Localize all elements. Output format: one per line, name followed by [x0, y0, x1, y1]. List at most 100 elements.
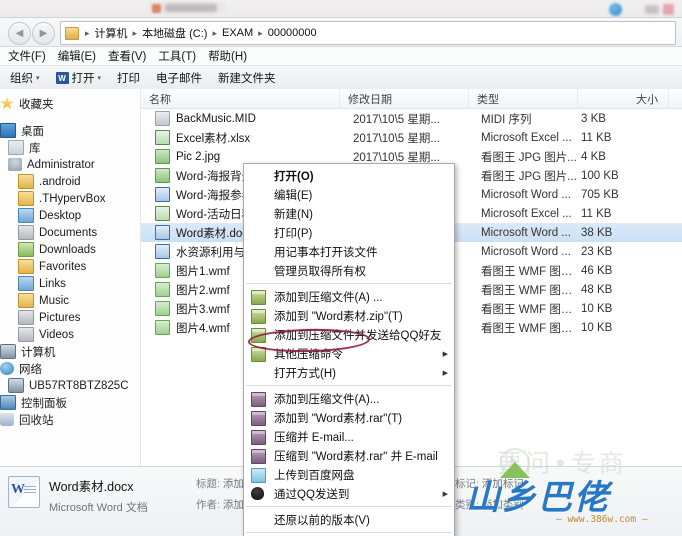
nav-item-label: Music: [39, 294, 70, 307]
nav-item-label: Administrator: [27, 158, 95, 171]
archive-purple-icon: [251, 449, 266, 464]
menu-item-help[interactable]: 帮助(H): [208, 48, 247, 64]
word-file-icon: [155, 187, 170, 202]
nav-item-9[interactable]: Favorites: [0, 258, 140, 275]
menu-item-edit[interactable]: 编辑(E): [58, 48, 96, 64]
file-size: 4 KB: [581, 150, 606, 163]
breadcrumb-item-3[interactable]: 00000000: [266, 27, 319, 39]
nav-item-3[interactable]: Administrator: [0, 156, 140, 173]
nav-item-15[interactable]: 网络: [0, 360, 140, 377]
nav-item-0[interactable]: 收藏夹: [0, 95, 140, 112]
nav-item-label: Pictures: [39, 311, 81, 324]
chevron-down-icon: ▾: [97, 75, 102, 82]
organize-button[interactable]: 组织 ▾: [10, 70, 40, 86]
context-menu-item-11[interactable]: 添加到压缩文件(A)...: [244, 389, 454, 408]
context-menu-item-3[interactable]: 打印(P): [244, 223, 454, 242]
menu-item-tools[interactable]: 工具(T): [158, 48, 196, 64]
file-size: 48 KB: [581, 283, 613, 296]
column-header-type[interactable]: 类型: [469, 89, 578, 108]
forward-chevron-icon: ▶: [39, 28, 48, 39]
nav-item-12[interactable]: Pictures: [0, 309, 140, 326]
nav-item-1[interactable]: 桌面: [0, 122, 140, 139]
word-icon: W: [55, 72, 69, 84]
nav-item-2[interactable]: 库: [0, 139, 140, 156]
forward-button[interactable]: ▶: [32, 22, 55, 45]
context-menu-item-9[interactable]: 其他压缩命令 ▶: [244, 344, 454, 363]
breadcrumb-item-2[interactable]: EXAM: [220, 27, 255, 39]
context-menu-item-10[interactable]: 打开方式(H) ▶: [244, 363, 454, 382]
screenshot-root: ◀ ▶ ▸ 计算机 ▸ 本地磁盘 (C:) ▸ EXAM ▸ 00000000 …: [0, 0, 682, 536]
print-button[interactable]: 打印: [117, 70, 140, 86]
nav-item-8[interactable]: Downloads: [0, 241, 140, 258]
file-type: 看图王 JPG 图片...: [481, 170, 577, 183]
file-size: 10 KB: [581, 302, 613, 315]
folder-icon: [18, 191, 34, 206]
folder-blue-icon: [18, 208, 34, 223]
context-menu-item-13[interactable]: 压缩并 E-mail...: [244, 427, 454, 446]
breadcrumb-item-1[interactable]: 本地磁盘 (C:): [140, 25, 209, 41]
details-tags-value[interactable]: 添加标记: [482, 478, 524, 490]
nav-item-6[interactable]: Desktop: [0, 207, 140, 224]
new-folder-button[interactable]: 新建文件夹: [218, 70, 276, 86]
nav-item-14[interactable]: 计算机: [0, 343, 140, 360]
column-header-name[interactable]: 名称: [141, 89, 340, 108]
context-menu-separator: [246, 385, 452, 386]
details-tags-row[interactable]: 标记: 添加标记: [455, 476, 524, 491]
context-menu-item-7[interactable]: 添加到 "Word素材.zip"(T): [244, 306, 454, 325]
column-header-size[interactable]: 大小: [578, 89, 669, 108]
nav-item-4[interactable]: .android: [0, 173, 140, 190]
details-category-row[interactable]: 类别: 添加类别: [455, 497, 524, 512]
menu-item-file[interactable]: 文件(F): [8, 48, 46, 64]
library-icon: [8, 140, 24, 155]
column-header-date[interactable]: 修改日期: [340, 89, 469, 108]
context-menu[interactable]: 打开(O) 编辑(E) 新建(N) 打印(P) 用记事本打开该文件 管理员取得所有权 添加到…: [243, 163, 455, 536]
browser-toolbar-item[interactable]: [645, 5, 659, 14]
context-menu-item-6[interactable]: 添加到压缩文件(A) ...: [244, 287, 454, 306]
computer-icon: [0, 344, 16, 359]
file-type: MIDI 序列: [481, 113, 532, 126]
browser-tab-favicon: [152, 4, 161, 13]
nav-item-5[interactable]: .THypervBox: [0, 190, 140, 207]
context-menu-item-12[interactable]: 添加到 "Word素材.rar"(T): [244, 408, 454, 427]
context-menu-item-4[interactable]: 用记事本打开该文件: [244, 242, 454, 261]
address-input[interactable]: ▸ 计算机 ▸ 本地磁盘 (C:) ▸ EXAM ▸ 00000000: [60, 21, 676, 45]
table-row[interactable]: Excel素材.xlsx 2017\10\5 星期... Microsoft Exc…: [141, 128, 682, 147]
context-menu-item-16[interactable]: 通过QQ发送到 ▶: [244, 484, 454, 503]
user-icon: [8, 158, 22, 171]
open-button[interactable]: W 打开 ▾: [55, 70, 102, 86]
nav-item-16[interactable]: UB57RT8BTZ825C: [0, 377, 140, 394]
context-menu-item-1[interactable]: 编辑(E): [244, 185, 454, 204]
nav-item-10[interactable]: Links: [0, 275, 140, 292]
context-menu-item-15[interactable]: 上传到百度网盘: [244, 465, 454, 484]
breadcrumb-item-0[interactable]: 计算机: [93, 25, 130, 41]
back-button[interactable]: ◀: [8, 22, 31, 45]
folder-green-icon: [18, 242, 34, 257]
navigation-pane[interactable]: 收藏夹桌面库 Administrator .android .THypervBox De…: [0, 89, 141, 467]
context-menu-item-14[interactable]: 压缩到 "Word素材.rar" 并 E-mail: [244, 446, 454, 465]
context-menu-item-17[interactable]: 还原以前的版本(V): [244, 510, 454, 529]
context-menu-item-0[interactable]: 打开(O): [244, 166, 454, 185]
context-menu-item-label: 压缩到 "Word素材.rar" 并 E-mail: [274, 450, 438, 463]
table-row[interactable]: BackMusic.MID 2017\10\5 星期... MIDI 序列 3 KB: [141, 109, 682, 128]
context-menu-item-2[interactable]: 新建(N): [244, 204, 454, 223]
browser-action-icon[interactable]: [609, 3, 622, 16]
file-size: 705 KB: [581, 188, 619, 201]
nav-item-7[interactable]: Documents: [0, 224, 140, 241]
nav-item-label: Downloads: [39, 243, 96, 256]
menu-item-view[interactable]: 查看(V): [108, 48, 146, 64]
email-button[interactable]: 电子邮件: [156, 70, 202, 86]
nav-item-17[interactable]: 控制面板: [0, 394, 140, 411]
nav-item-11[interactable]: Music: [0, 292, 140, 309]
details-category-value[interactable]: 添加类别: [482, 499, 524, 511]
context-menu-item-5[interactable]: 管理员取得所有权: [244, 261, 454, 280]
nav-item-label: 回收站: [19, 414, 54, 427]
breadcrumb-separator: ▸: [212, 27, 217, 38]
browser-close-icon[interactable]: [663, 4, 674, 15]
command-bar: 组织 ▾ W 打开 ▾ 打印 电子邮件 新建文件夹: [0, 66, 682, 91]
computer-icon: [8, 378, 24, 393]
nav-item-18[interactable]: 回收站: [0, 411, 140, 428]
archive-green-icon: [251, 328, 266, 343]
context-menu-item-8[interactable]: 添加到压缩文件并发送给QQ好友: [244, 325, 454, 344]
file-name: 图片2.wmf: [176, 284, 230, 297]
nav-item-13[interactable]: Videos: [0, 326, 140, 343]
